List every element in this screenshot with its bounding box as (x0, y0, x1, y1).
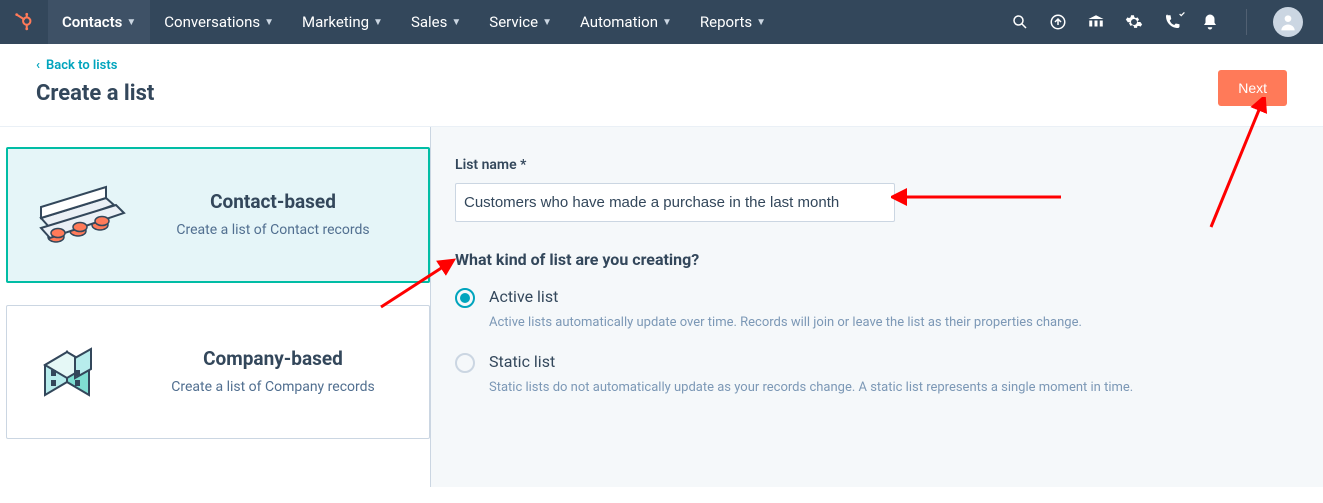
nav-item-label: Service (489, 13, 538, 31)
radio-static-list[interactable]: Static list (455, 352, 1299, 373)
list-form-pane: List name * What kind of list are you cr… (430, 127, 1323, 487)
radio-title: Active list (489, 287, 558, 306)
company-based-card[interactable]: Company-based Create a list of Company r… (6, 305, 430, 439)
list-name-label: List name * (455, 157, 1299, 173)
nav-item-label: Marketing (302, 13, 369, 31)
back-to-lists-link[interactable]: ‹ Back to lists (36, 58, 154, 73)
nav-conversations[interactable]: Conversations ▼ (150, 0, 288, 44)
card-desc: Create a list of Contact records (138, 221, 408, 241)
contact-card-illustration (28, 175, 128, 255)
list-name-input[interactable] (455, 183, 895, 222)
contact-based-card[interactable]: Contact-based Create a list of Contact r… (6, 147, 430, 283)
card-desc: Create a list of Company records (137, 378, 409, 398)
nav-item-label: Automation (580, 13, 658, 31)
nav-item-label: Reports (700, 13, 752, 31)
page-title: Create a list (36, 81, 154, 106)
upgrade-icon[interactable] (1048, 12, 1068, 32)
list-type-cards: Contact-based Create a list of Contact r… (0, 127, 430, 487)
nav-sales[interactable]: Sales ▼ (397, 0, 475, 44)
nav-divider (1246, 9, 1247, 35)
card-title: Company-based (137, 347, 409, 370)
nav-item-label: Sales (411, 13, 447, 31)
marketplace-icon[interactable] (1086, 12, 1106, 32)
nav-contacts[interactable]: Contacts ▼ (48, 0, 150, 44)
list-kind-question: What kind of list are you creating? (455, 250, 1299, 269)
next-button[interactable]: Next (1218, 70, 1287, 106)
hubspot-logo[interactable] (0, 0, 48, 44)
search-icon[interactable] (1010, 12, 1030, 32)
account-avatar[interactable] (1273, 7, 1303, 37)
chevron-down-icon: ▼ (451, 17, 461, 28)
chevron-down-icon: ▼ (542, 17, 552, 28)
radio-button-icon (455, 288, 475, 308)
calling-icon[interactable] (1162, 12, 1182, 32)
chevron-down-icon: ▼ (264, 17, 274, 28)
settings-icon[interactable] (1124, 12, 1144, 32)
nav-marketing[interactable]: Marketing ▼ (288, 0, 397, 44)
nav-item-label: Conversations (164, 13, 260, 31)
radio-title: Static list (489, 352, 555, 371)
card-title: Contact-based (138, 190, 408, 213)
radio-desc: Active lists automatically update over t… (489, 314, 1189, 332)
company-card-illustration (27, 332, 127, 412)
nav-reports[interactable]: Reports ▼ (686, 0, 780, 44)
chevron-down-icon: ▼ (126, 17, 136, 28)
notifications-icon[interactable] (1200, 12, 1220, 32)
main-content: Contact-based Create a list of Contact r… (0, 127, 1323, 487)
sprocket-icon (13, 11, 35, 33)
radio-button-icon (455, 353, 475, 373)
top-nav: Contacts ▼ Conversations ▼ Marketing ▼ S… (0, 0, 1323, 44)
back-link-label: Back to lists (46, 58, 117, 73)
chevron-down-icon: ▼ (756, 17, 766, 28)
radio-desc: Static lists do not automatically update… (489, 379, 1189, 397)
nav-service[interactable]: Service ▼ (475, 0, 566, 44)
chevron-left-icon: ‹ (36, 58, 40, 73)
chevron-down-icon: ▼ (373, 17, 383, 28)
chevron-down-icon: ▼ (662, 17, 672, 28)
page-header: ‹ Back to lists Create a list Next (0, 44, 1323, 127)
annotation-arrow-icon (891, 182, 1071, 212)
nav-item-label: Contacts (62, 13, 122, 31)
radio-active-list[interactable]: Active list (455, 287, 1299, 308)
nav-automation[interactable]: Automation ▼ (566, 0, 686, 44)
